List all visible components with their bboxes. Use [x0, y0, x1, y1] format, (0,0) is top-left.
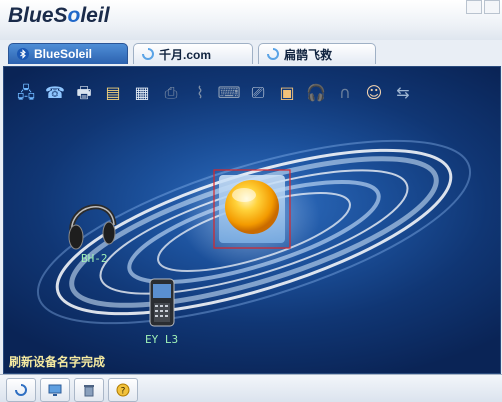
svg-text:?: ?: [121, 387, 126, 397]
close-button[interactable]: [484, 0, 500, 14]
status-text: 刷新设备名字完成: [9, 355, 106, 369]
mobile-phone-device-icon[interactable]: [149, 278, 175, 327]
loading-icon: [142, 48, 154, 60]
delete-button[interactable]: [74, 378, 104, 402]
tab-bluesoleil[interactable]: BlueSoleil: [8, 43, 128, 64]
help-button[interactable]: ?: [108, 378, 138, 402]
phone-device-label: EY L3: [145, 333, 179, 346]
bottom-toolbar: ?: [0, 374, 502, 402]
device-list-button[interactable]: [40, 378, 70, 402]
file-transfer-icon[interactable]: ▤: [101, 81, 125, 105]
headphones-device-label: BH-2: [81, 252, 108, 265]
fax-icon[interactable]: ⎙: [159, 81, 183, 105]
fax-machine-icon[interactable]: ⎚: [246, 81, 270, 105]
tab-label: 千月.com: [159, 47, 212, 62]
service-toolbar: 🖧 ☎ 🖶 ▤ ▦ ⎙ ⌇ ⌨ ⎚ ▣ 🎧 ∩ ☺ ⇆: [14, 81, 415, 111]
tab-label: BlueSoleil: [34, 47, 93, 61]
headphones-icon[interactable]: 🎧: [304, 81, 328, 105]
help-icon: ?: [116, 383, 130, 397]
network-icon[interactable]: 🖧: [14, 81, 38, 105]
tab-label: 扁鹊飞救: [284, 47, 333, 62]
dialup-icon[interactable]: ☎: [43, 81, 67, 105]
tab-bar: BlueSoleil 千月.com 扁鹊飞救: [0, 40, 502, 66]
person-icon[interactable]: ☺: [362, 81, 386, 105]
image-icon[interactable]: ▣: [275, 81, 299, 105]
tab-qianyue[interactable]: 千月.com: [133, 43, 253, 64]
headset-icon[interactable]: ∩: [333, 81, 357, 105]
contacts-icon[interactable]: ▦: [130, 81, 154, 105]
device-stage: 🖧 ☎ 🖶 ▤ ▦ ⎙ ⌇ ⌨ ⎚ ▣ 🎧 ∩ ☺ ⇆ BH-2 EY L3 刷…: [3, 66, 501, 374]
sync-icon[interactable]: ⇆: [391, 81, 415, 105]
orbit-rings: [36, 139, 472, 327]
serial-icon[interactable]: ⌇: [188, 81, 212, 105]
bluetooth-icon: [17, 48, 29, 60]
keyboard-icon[interactable]: ⌨: [217, 81, 241, 105]
tab-bianque[interactable]: 扁鹊飞救: [258, 43, 376, 64]
title-bar: BlueSoleil: [0, 0, 502, 40]
refresh-button[interactable]: [6, 378, 36, 402]
minimize-button[interactable]: [466, 0, 482, 14]
app-logo: BlueSoleil: [8, 4, 110, 27]
printer-icon[interactable]: 🖶: [72, 81, 96, 105]
local-device-orb[interactable]: [213, 169, 291, 249]
loading-icon: [267, 48, 279, 60]
trash-icon: [84, 385, 94, 397]
monitor-icon: [48, 384, 62, 396]
refresh-icon: [15, 384, 27, 396]
